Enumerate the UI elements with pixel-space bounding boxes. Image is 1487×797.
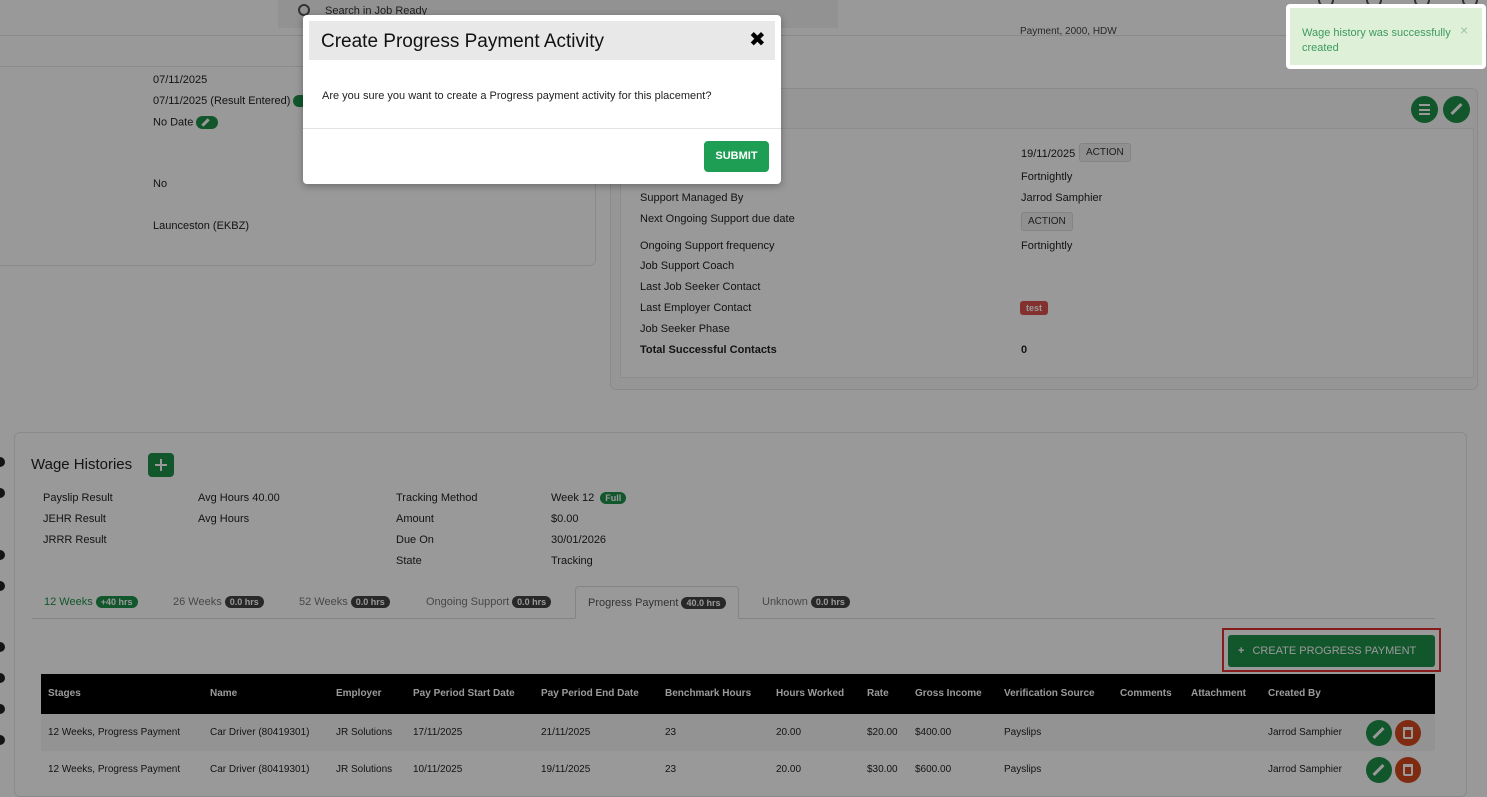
modal-header: Create Progress Payment Activity ✖: [309, 21, 775, 60]
success-toast: Wage history was successfully created: [1286, 4, 1486, 69]
close-icon[interactable]: ✖: [749, 27, 766, 52]
toast-body: Wage history was successfully created: [1290, 8, 1482, 65]
submit-button[interactable]: SUBMIT: [704, 141, 769, 172]
modal-title: Create Progress Payment Activity: [321, 31, 604, 52]
create-progress-payment-modal: Create Progress Payment Activity ✖ Are y…: [303, 15, 781, 184]
modal-divider: [303, 128, 781, 129]
modal-message: Are you sure you want to create a Progre…: [322, 90, 712, 102]
toast-close-icon[interactable]: ×: [1460, 22, 1468, 38]
toast-message: Wage history was successfully created: [1302, 27, 1451, 54]
